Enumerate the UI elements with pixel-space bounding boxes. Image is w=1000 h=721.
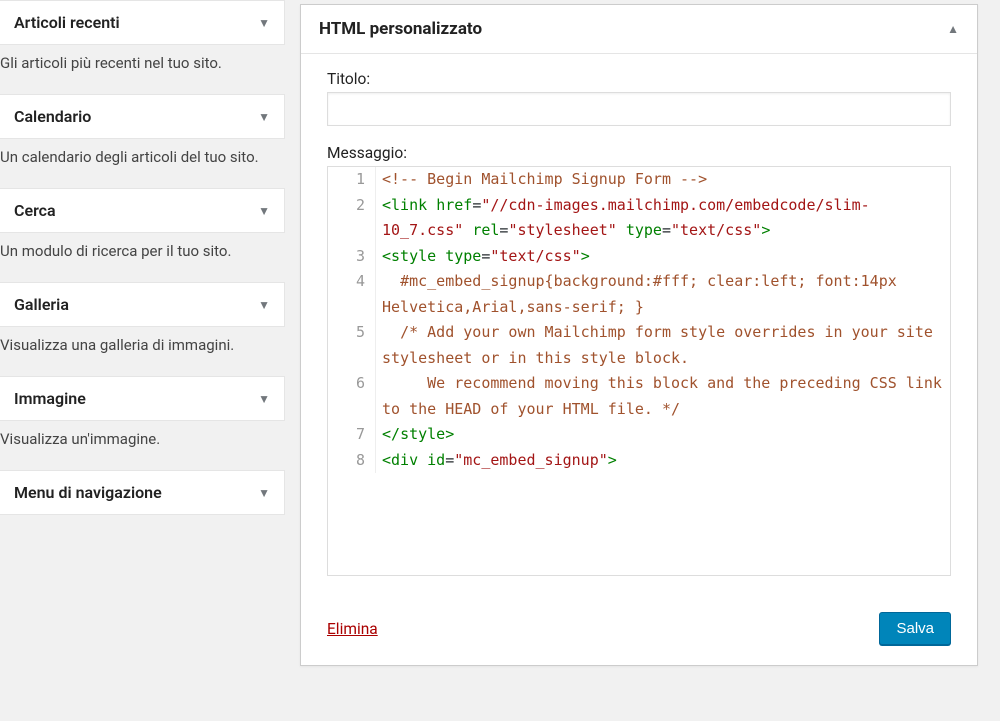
delete-link[interactable]: Elimina xyxy=(327,620,378,638)
widget-description: Visualizza un'immagine. xyxy=(0,421,285,470)
title-label: Titolo: xyxy=(327,70,951,88)
widget-title: Cerca xyxy=(14,201,56,220)
line-number: 8 xyxy=(328,448,376,474)
line-content: <style type="text/css"> xyxy=(376,244,950,270)
chevron-down-icon: ▼ xyxy=(258,110,270,124)
line-content: We recommend moving this block and the p… xyxy=(376,371,950,422)
widget-title: Immagine xyxy=(14,389,86,408)
line-number: 4 xyxy=(328,269,376,320)
line-number: 7 xyxy=(328,422,376,448)
code-line: 8<div id="mc_embed_signup"> xyxy=(328,448,950,474)
save-button[interactable]: Salva xyxy=(879,612,951,645)
widget-editor-main: HTML personalizzato ▲ Titolo: Messaggio:… xyxy=(300,0,1000,721)
code-line: 7</style> xyxy=(328,422,950,448)
widget-title: Calendario xyxy=(14,107,91,126)
line-content: /* Add your own Mailchimp form style ove… xyxy=(376,320,950,371)
chevron-down-icon: ▼ xyxy=(258,486,270,500)
custom-html-panel: HTML personalizzato ▲ Titolo: Messaggio:… xyxy=(300,4,978,666)
widget-title: Galleria xyxy=(14,295,69,314)
widget-title: Articoli recenti xyxy=(14,13,120,32)
line-content: <link href="//cdn-images.mailchimp.com/e… xyxy=(376,193,950,244)
panel-header[interactable]: HTML personalizzato ▲ xyxy=(301,5,977,54)
code-line: 3<style type="text/css"> xyxy=(328,244,950,270)
code-line: 2<link href="//cdn-images.mailchimp.com/… xyxy=(328,193,950,244)
code-line: 1<!-- Begin Mailchimp Signup Form --> xyxy=(328,167,950,193)
chevron-down-icon: ▼ xyxy=(258,16,270,30)
widget-item[interactable]: Cerca ▼ xyxy=(0,188,285,233)
widget-description: Un calendario degli articoli del tuo sit… xyxy=(0,139,285,188)
widget-description: Visualizza una galleria di immagini. xyxy=(0,327,285,376)
widget-item[interactable]: Calendario ▼ xyxy=(0,94,285,139)
widget-item[interactable]: Menu di navigazione ▼ xyxy=(0,470,285,515)
chevron-down-icon: ▼ xyxy=(258,204,270,218)
code-line: 6 We recommend moving this block and the… xyxy=(328,371,950,422)
line-content: <div id="mc_embed_signup"> xyxy=(376,448,950,474)
code-line: 4 #mc_embed_signup{background:#fff; clea… xyxy=(328,269,950,320)
line-number: 6 xyxy=(328,371,376,422)
line-number: 2 xyxy=(328,193,376,244)
widget-item[interactable]: Galleria ▼ xyxy=(0,282,285,327)
line-number: 1 xyxy=(328,167,376,193)
line-content: #mc_embed_signup{background:#fff; clear:… xyxy=(376,269,950,320)
widget-description: Un modulo di ricerca per il tuo sito. xyxy=(0,233,285,282)
widget-item[interactable]: Immagine ▼ xyxy=(0,376,285,421)
message-label: Messaggio: xyxy=(327,144,951,162)
chevron-down-icon: ▼ xyxy=(258,392,270,406)
code-line: 5 /* Add your own Mailchimp form style o… xyxy=(328,320,950,371)
chevron-up-icon: ▲ xyxy=(947,22,959,36)
code-editor[interactable]: 1<!-- Begin Mailchimp Signup Form -->2<l… xyxy=(327,166,951,576)
available-widgets-sidebar: Articoli recenti ▼ Gli articoli più rece… xyxy=(0,0,300,721)
line-content: <!-- Begin Mailchimp Signup Form --> xyxy=(376,167,950,193)
chevron-down-icon: ▼ xyxy=(258,298,270,312)
line-number: 5 xyxy=(328,320,376,371)
panel-title: HTML personalizzato xyxy=(319,19,482,39)
line-content: </style> xyxy=(376,422,950,448)
widget-item[interactable]: Articoli recenti ▼ xyxy=(0,0,285,45)
widget-description: Gli articoli più recenti nel tuo sito. xyxy=(0,45,285,94)
widget-title: Menu di navigazione xyxy=(14,483,162,502)
title-input[interactable] xyxy=(327,92,951,126)
line-number: 3 xyxy=(328,244,376,270)
